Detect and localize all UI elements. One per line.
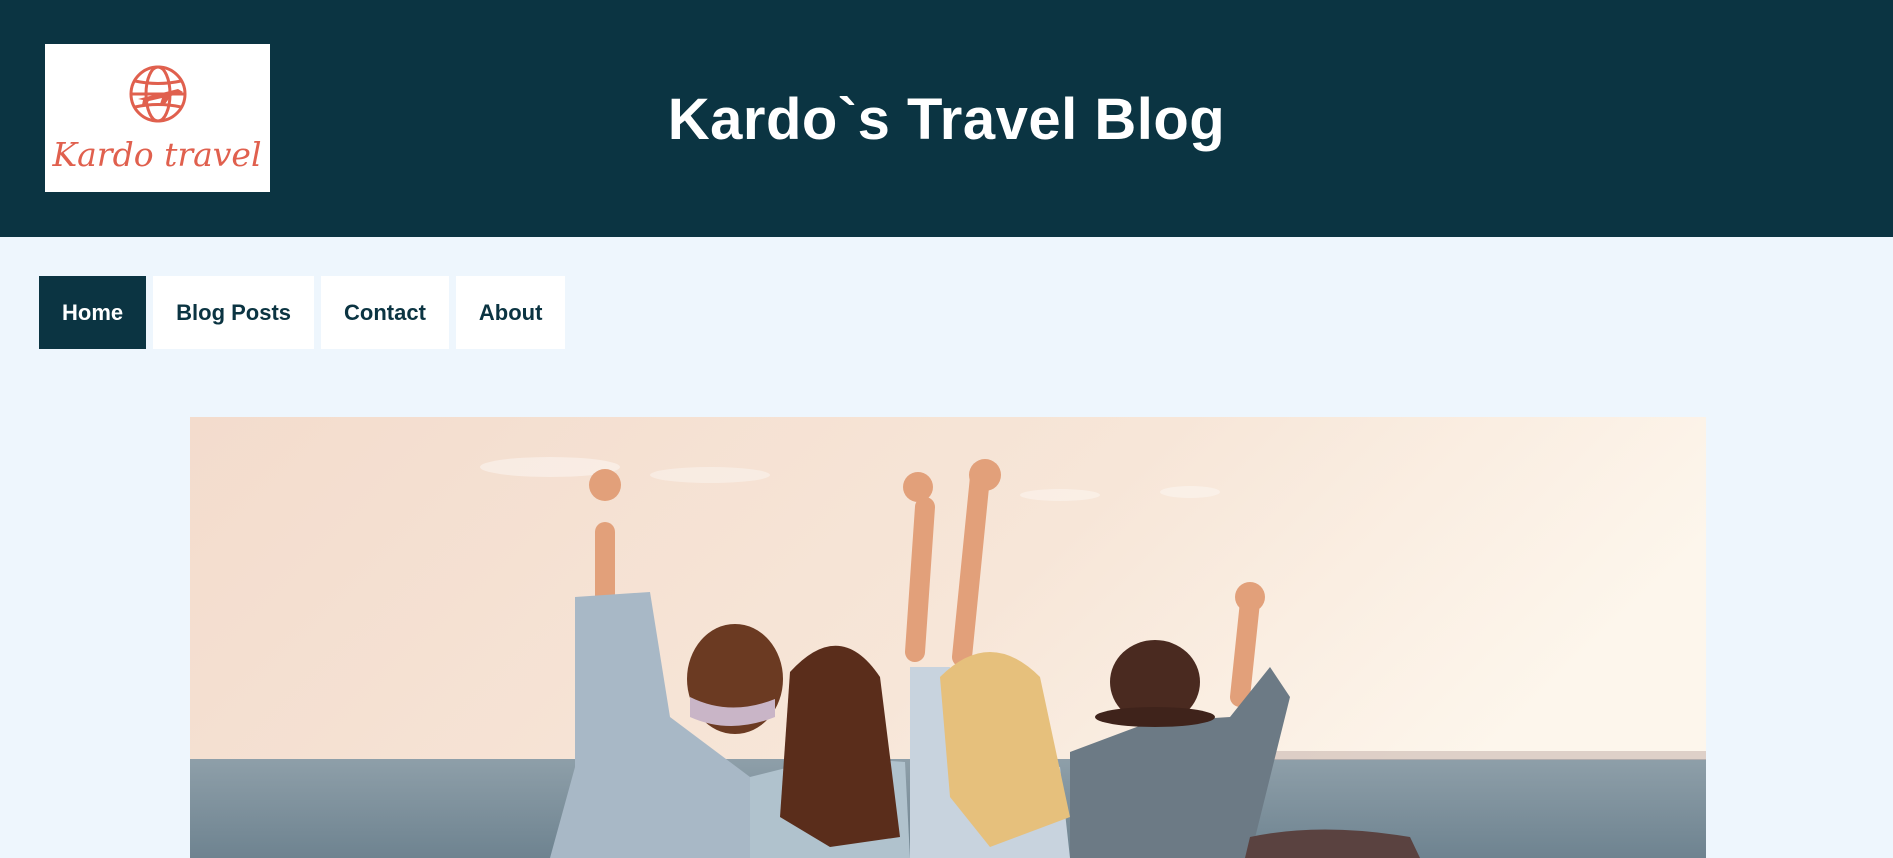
main-nav: Home Blog Posts Contact About bbox=[39, 276, 566, 349]
nav-contact[interactable]: Contact bbox=[321, 276, 449, 349]
nav-blog-posts[interactable]: Blog Posts bbox=[153, 276, 315, 349]
nav-home[interactable]: Home bbox=[39, 276, 147, 349]
hero-image bbox=[190, 417, 1706, 858]
nav-about[interactable]: About bbox=[455, 276, 566, 349]
page-title: Kardo`s Travel Blog bbox=[667, 87, 1226, 152]
site-header: Kardo travel Kardo`s Travel Blog bbox=[0, 0, 1893, 237]
friends-at-sea-photo bbox=[190, 417, 1706, 858]
